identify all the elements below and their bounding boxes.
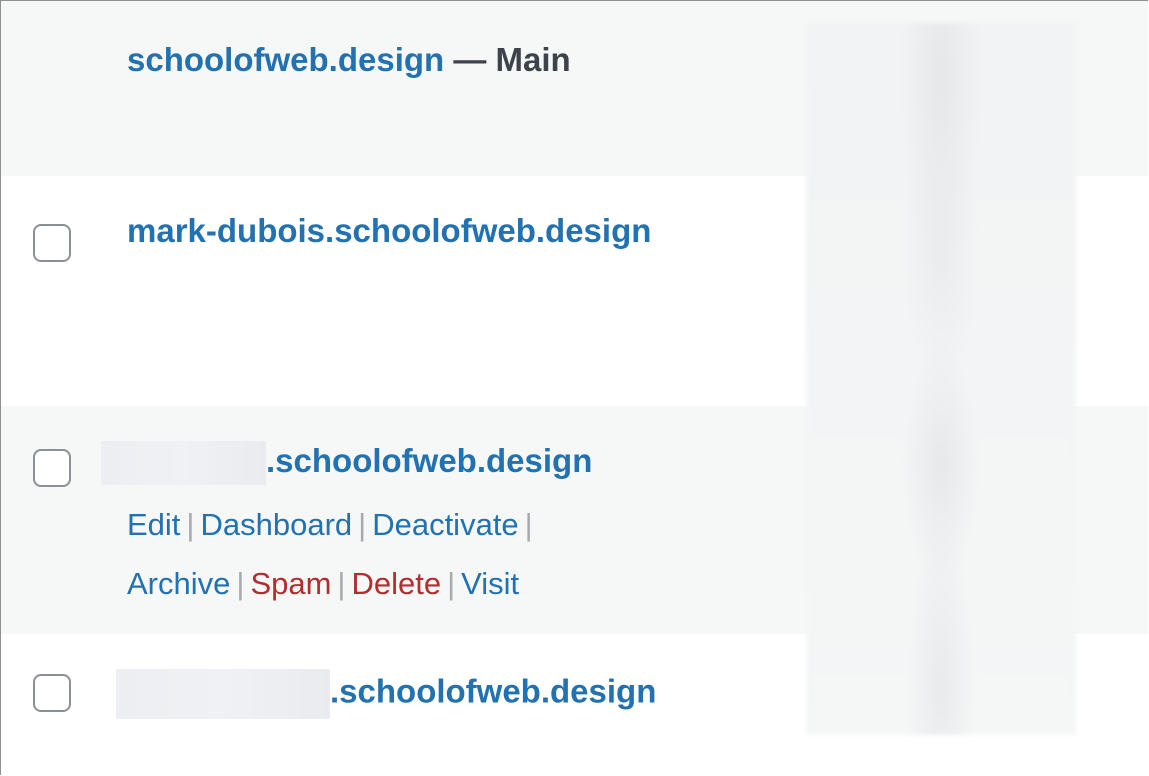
delete-action-link[interactable]: Delete [351,566,441,601]
archive-action-link[interactable]: Archive [127,566,230,601]
edit-action-link[interactable]: Edit [127,507,180,542]
action-separator: | [358,507,367,542]
action-separator: | [186,507,195,542]
site-select-checkbox[interactable] [33,674,71,712]
visit-action-link[interactable]: Visit [461,566,519,601]
action-separator: | [524,507,533,542]
dashboard-action-link[interactable]: Dashboard [200,507,352,542]
site-link[interactable]: .schoolofweb.design [330,673,656,710]
spam-action-link[interactable]: Spam [250,566,331,601]
site-select-checkbox[interactable] [33,449,71,487]
action-separator: | [236,566,245,601]
redacted-column-blur [806,23,1076,735]
site-select-checkbox[interactable] [33,224,71,262]
action-separator: | [337,566,346,601]
row-actions-line-2: Archive | Spam | Delete | Visit [127,564,519,604]
redacted-subdomain-mask [116,669,330,719]
sites-list-table: schoolofweb.design — Main mark-dubois.sc… [0,0,1148,775]
site-link[interactable]: .schoolofweb.design [266,442,592,479]
deactivate-action-link[interactable]: Deactivate [372,507,518,542]
main-site-label: — Main [444,41,571,78]
site-title: .schoolofweb.design [116,669,656,719]
site-title: mark-dubois.schoolofweb.design [127,211,651,251]
action-separator: | [447,566,456,601]
redacted-subdomain-mask [101,441,266,486]
site-link-main[interactable]: schoolofweb.design [127,41,444,78]
site-title: .schoolofweb.design [101,441,592,486]
site-title: schoolofweb.design — Main [127,40,571,80]
site-link[interactable]: mark-dubois.schoolofweb.design [127,212,651,249]
row-actions-line-1: Edit | Dashboard | Deactivate | [127,505,539,545]
